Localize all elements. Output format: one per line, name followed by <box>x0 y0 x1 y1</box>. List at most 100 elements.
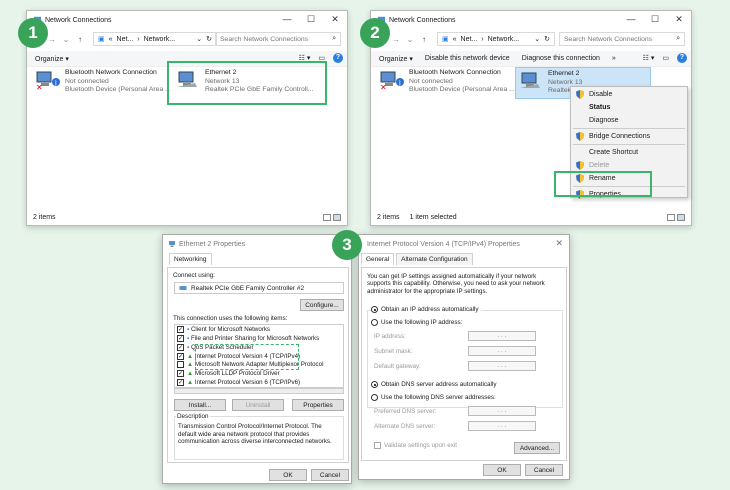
list-item[interactable]: ✓ ▲ Internet Protocol Version 6 (TCP/IPv6… <box>177 379 341 387</box>
dropdown-icon[interactable]: ⌄ <box>534 35 540 43</box>
disable-device-button[interactable]: Disable this network device <box>425 55 510 62</box>
intro-text: You can get IP settings assigned automat… <box>367 273 545 295</box>
list-item[interactable]: ✓ ▪ File and Printer Sharing for Microsof… <box>177 334 341 344</box>
use-dns-option[interactable]: Use the following DNS server addresses: <box>371 394 496 401</box>
close-button[interactable]: ✕ <box>667 11 691 29</box>
title-bar: Network Connections — ☐ ✕ <box>27 11 347 29</box>
diagnose-connection-button[interactable]: Diagnose this connection <box>522 55 600 62</box>
address-path[interactable]: ▣ « Net... › Network... ⌄ ↻ <box>437 32 555 46</box>
menu-separator <box>573 128 685 129</box>
close-icon[interactable]: ✕ <box>555 238 563 249</box>
refresh-icon[interactable]: ↻ <box>206 35 212 43</box>
properties-button[interactable]: Properties <box>292 399 344 411</box>
help-icon[interactable]: ? <box>333 53 343 63</box>
preferred-dns-field[interactable]: . . . <box>468 406 536 416</box>
forward-arrow-icon[interactable]: → <box>47 35 57 44</box>
window-title: Network Connections <box>45 16 112 24</box>
menu-item-status[interactable]: Status <box>571 101 687 114</box>
menu-item-diagnose[interactable]: Diagnose <box>571 114 687 127</box>
configure-button[interactable]: Configure... <box>300 299 344 311</box>
use-ip-option[interactable]: Use the following IP address: <box>371 319 462 326</box>
refresh-icon[interactable]: ↻ <box>544 35 550 43</box>
maximize-button[interactable]: ☐ <box>299 11 323 29</box>
checkbox[interactable]: ✓ <box>177 334 184 342</box>
description-label: Description <box>176 413 210 420</box>
status-bar: 2 items <box>33 214 56 221</box>
minimize-button[interactable]: — <box>619 11 643 29</box>
validate-option[interactable]: Validate settings upon exit <box>374 442 457 449</box>
search-box[interactable]: Search Network Connections ⌕ <box>215 32 341 46</box>
cancel-button[interactable]: Cancel <box>311 469 349 481</box>
minimize-button[interactable]: — <box>275 11 299 29</box>
subnet-mask-field[interactable]: . . . <box>468 346 536 356</box>
radio-obtain-ip[interactable] <box>371 306 378 313</box>
details-view-icon[interactable] <box>667 214 675 221</box>
alternate-dns-field[interactable]: . . . <box>468 421 536 431</box>
tiles-view-icon[interactable] <box>333 214 341 221</box>
more-commands-button[interactable]: » <box>612 55 616 62</box>
obtain-ip-option[interactable]: Obtain an IP address automatically <box>371 306 481 314</box>
ip-address-field[interactable]: . . . <box>468 331 536 341</box>
chevron-down-icon[interactable]: ⌄ <box>61 35 71 44</box>
bluetooth-connection-item[interactable]: ✕ ᛒ Bluetooth Network Connection Not conn… <box>35 69 171 95</box>
preview-pane-icon[interactable]: ▭ <box>662 54 669 62</box>
path-part-2[interactable]: Network... <box>144 36 176 43</box>
close-button[interactable]: ✕ <box>323 11 347 29</box>
search-box[interactable]: Search Network Connections ⌕ <box>559 32 685 46</box>
default-gateway-field[interactable]: . . . <box>468 361 536 371</box>
ok-button[interactable]: OK <box>483 464 521 476</box>
path-part-1[interactable]: Net... <box>117 36 134 43</box>
path-part-2[interactable]: Network... <box>488 36 520 43</box>
list-item[interactable]: ✓ ▪ Client for Microsoft Networks <box>177 326 341 335</box>
checkbox[interactable]: ✓ <box>177 326 184 333</box>
checkbox[interactable]: ✓ <box>177 379 184 387</box>
install-button[interactable]: Install... <box>174 399 226 411</box>
uninstall-button[interactable]: Uninstall <box>232 399 284 411</box>
cancel-button[interactable]: Cancel <box>525 464 563 476</box>
list-item[interactable]: ✓ ▲ Microsoft LLDP Protocol Driver <box>177 370 341 379</box>
checkbox[interactable]: ✓ <box>177 343 184 351</box>
tiles-view-icon[interactable] <box>677 214 685 221</box>
obtain-dns-option[interactable]: Obtain DNS server address automatically <box>371 381 497 388</box>
network-adapter-icon: ✕ ᛒ <box>380 71 404 92</box>
checkbox[interactable] <box>177 361 184 369</box>
radio-obtain-dns[interactable] <box>371 381 378 388</box>
validate-checkbox[interactable] <box>374 442 381 449</box>
chevron-down-icon[interactable]: ⌄ <box>405 35 415 44</box>
tab-general[interactable]: General <box>361 253 395 265</box>
ok-button[interactable]: OK <box>269 469 307 481</box>
up-arrow-icon[interactable]: ↑ <box>419 35 429 44</box>
path-part-1[interactable]: Net... <box>461 36 478 43</box>
step-badge-3: 3 <box>332 230 362 260</box>
dropdown-icon[interactable]: ⌄ <box>196 35 202 43</box>
tab-networking[interactable]: Networking <box>169 253 212 265</box>
checkbox[interactable]: ✓ <box>177 352 184 360</box>
menu-item-create-shortcut[interactable]: Create Shortcut <box>571 146 687 159</box>
step-badge-2: 2 <box>360 18 390 48</box>
advanced-button[interactable]: Advanced... <box>514 442 560 454</box>
change-view-icon[interactable]: ☷ ▾ <box>643 54 655 62</box>
tab-alternate-configuration[interactable]: Alternate Configuration <box>396 253 473 265</box>
radio-use-ip[interactable] <box>371 319 378 326</box>
maximize-button[interactable]: ☐ <box>643 11 667 29</box>
menu-item-bridge[interactable]: Bridge Connections <box>571 130 687 143</box>
bluetooth-connection-item[interactable]: ✕ ᛒ Bluetooth Network Connection Not conn… <box>379 69 515 95</box>
address-bar-row: ← → ⌄ ↑ ▣ « Net... › Network... ⌄ ↻ Sear… <box>27 29 347 49</box>
dialog-title: Ethernet 2 Properties <box>179 240 246 248</box>
radio-use-dns[interactable] <box>371 394 378 401</box>
up-arrow-icon[interactable]: ↑ <box>75 35 85 44</box>
highlight-ethernet-item <box>167 61 327 105</box>
checkbox[interactable]: ✓ <box>177 370 184 378</box>
help-icon[interactable]: ? <box>677 53 687 63</box>
menu-item-disable[interactable]: Disable <box>571 88 687 101</box>
organize-menu[interactable]: Organize ▾ <box>35 55 69 63</box>
address-path[interactable]: ▣ « Net... › Network... ⌄ ↻ <box>93 32 217 46</box>
forward-arrow-icon[interactable]: → <box>391 35 401 44</box>
details-view-icon[interactable] <box>323 214 331 221</box>
ipv4-properties-dialog: Internet Protocol Version 4 (TCP/IPv4) P… <box>358 234 570 480</box>
admin-shield-icon <box>576 161 584 170</box>
connection-name: Bluetooth Network Connection <box>409 69 501 76</box>
organize-menu[interactable]: Organize ▾ <box>379 55 413 63</box>
horizontal-scrollbar[interactable] <box>174 388 344 394</box>
dialog-title-bar: Internet Protocol Version 4 (TCP/IPv4) P… <box>359 235 569 253</box>
